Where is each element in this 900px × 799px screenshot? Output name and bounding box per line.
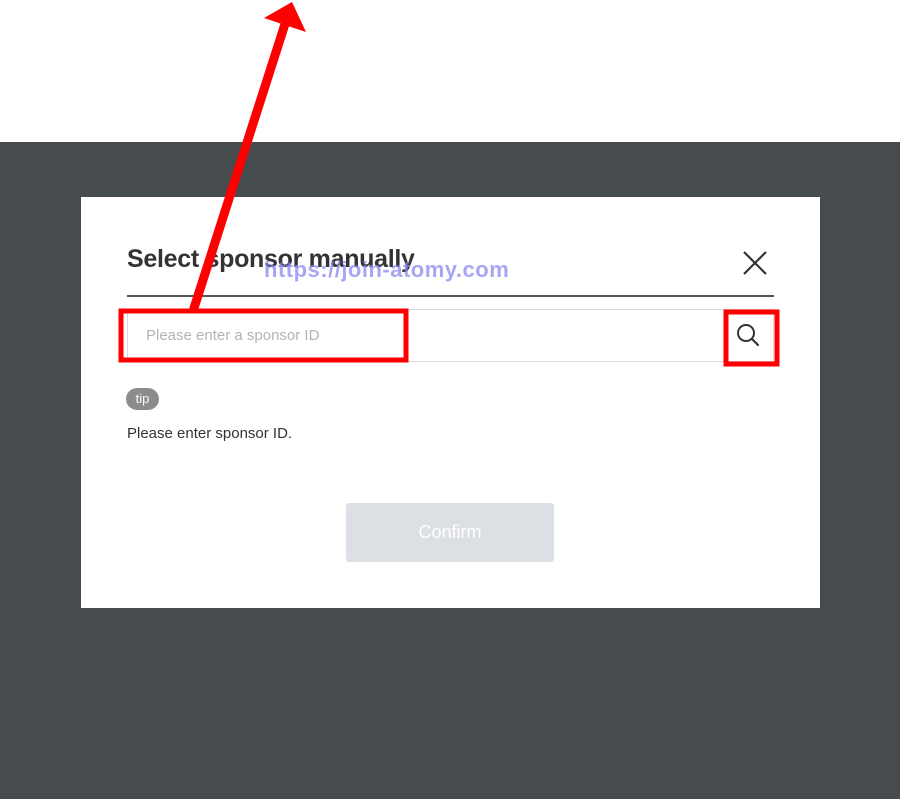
close-button[interactable] (739, 247, 771, 279)
search-icon (737, 324, 760, 347)
close-icon (743, 251, 767, 275)
tip-text: Please enter sponsor ID. (127, 425, 293, 442)
sponsor-search-box (127, 309, 774, 362)
sponsor-id-input[interactable] (128, 310, 718, 361)
tip-badge: tip (126, 388, 159, 410)
search-button[interactable] (728, 316, 768, 356)
page: Select sponsor manually tip Please enter… (0, 0, 900, 799)
confirm-button[interactable]: Confirm (346, 503, 554, 562)
modal-title: Select sponsor manually (127, 245, 415, 273)
sponsor-modal: Select sponsor manually tip Please enter… (81, 197, 820, 608)
annotation-arrowhead (264, 2, 306, 32)
title-divider (127, 295, 774, 297)
